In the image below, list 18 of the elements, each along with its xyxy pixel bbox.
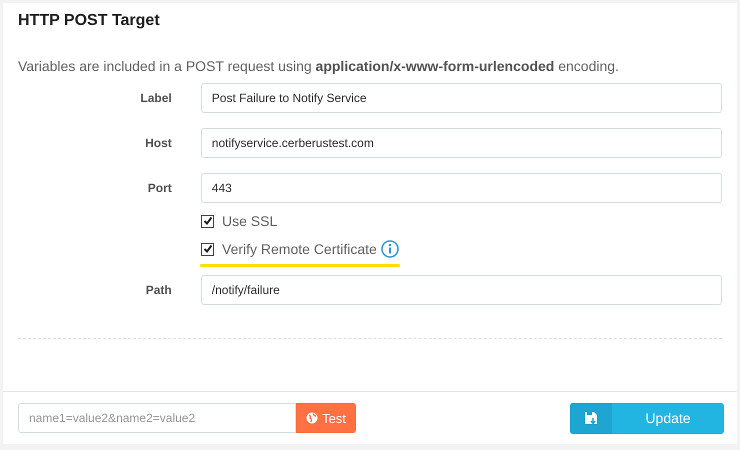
checkbox-label: Use SSL <box>222 213 278 229</box>
checkbox[interactable] <box>201 214 214 228</box>
field-label: Label <box>139 91 172 105</box>
input-field[interactable]: 443 <box>200 173 722 203</box>
input-field[interactable]: Post Failure to Notify Service <box>200 83 722 113</box>
save-icon <box>584 411 598 425</box>
panel-title: HTTP POST Target <box>18 11 161 31</box>
description-text: Variables are included in a POST request using application/x-www-form-urlencoded encoding. <box>18 58 620 74</box>
checkbox-label: Verify Remote Certificate <box>222 241 377 257</box>
field-label: Host <box>144 136 172 150</box>
field-label: Port <box>146 181 172 195</box>
info-icon[interactable] <box>380 240 399 258</box>
globe-icon <box>306 412 318 424</box>
input-field[interactable]: notifyservice.cerberustest.com <box>200 128 722 158</box>
test-input-field[interactable]: name1=value2&name2=value2 <box>18 403 296 433</box>
input-field[interactable]: /notify/failure <box>200 275 722 305</box>
field-label: Path <box>144 283 172 297</box>
checkbox[interactable] <box>201 242 214 256</box>
